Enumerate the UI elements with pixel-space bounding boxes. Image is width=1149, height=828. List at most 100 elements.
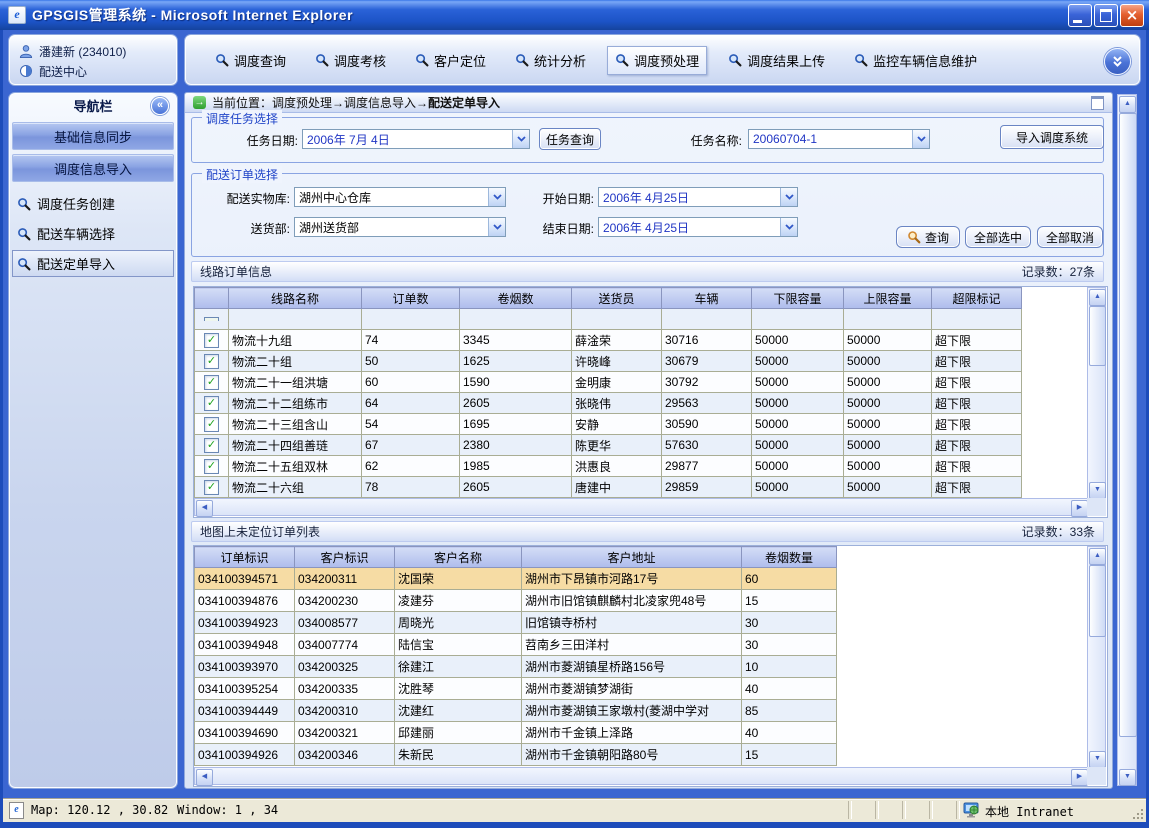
- table-cell: 湖州市菱湖镇王家墩村(菱湖中学对: [522, 700, 742, 722]
- scroll-up-icon[interactable]: ▲: [1119, 96, 1136, 113]
- table-row[interactable]: 034100395254034200335沈胜琴湖州市菱湖镇梦湖街40: [195, 678, 837, 700]
- table-row[interactable]: 034100394926034200346朱新民湖州市千金镇朝阳路80号15: [195, 744, 837, 766]
- table-row[interactable]: 034100394923034008577周晓光旧馆镇寺桥村30: [195, 612, 837, 634]
- sidebar-item[interactable]: 配送车辆选择: [12, 220, 174, 247]
- panel-collapse-icon[interactable]: [1091, 96, 1104, 110]
- table-row[interactable]: ✓物流二十三组含山541695安静305905000050000超下限: [195, 414, 1022, 435]
- table-cell: 洪惠良: [572, 456, 662, 477]
- table-row[interactable]: ✓物流二十一组洪塘601590金明康307925000050000超下限: [195, 372, 1022, 393]
- resize-grip[interactable]: [1132, 808, 1145, 821]
- minimize-button[interactable]: [1068, 4, 1092, 27]
- scroll-up-icon[interactable]: ▲: [1089, 289, 1106, 306]
- scrollbar-thumb[interactable]: [1089, 306, 1106, 366]
- row-checkbox[interactable]: ✓: [204, 333, 219, 348]
- sidebar-item[interactable]: 调度任务创建: [12, 190, 174, 217]
- order-table-vscrollbar[interactable]: ▲ ▼: [1087, 546, 1106, 768]
- scroll-left-icon[interactable]: ◀: [196, 500, 213, 517]
- table-cell: 超下限: [932, 477, 1022, 498]
- title-bar[interactable]: e GPSGIS管理系统 - Microsoft Internet Explor…: [0, 0, 1149, 30]
- table-row[interactable]: ✓物流二十二组练市642605张晓伟295635000050000超下限: [195, 393, 1022, 414]
- table-cell: 陆信宝: [395, 634, 522, 656]
- task-query-button[interactable]: 任务查询: [539, 128, 601, 150]
- order-record-count: 记录数：33条: [1022, 523, 1095, 540]
- toolbar-item[interactable]: 客户定位: [407, 46, 494, 75]
- dropdown-arrow-icon[interactable]: [780, 218, 797, 236]
- table-cell: 唐建中: [572, 477, 662, 498]
- row-checkbox[interactable]: ✓: [204, 480, 219, 495]
- sidebar-group-button[interactable]: 调度信息导入: [12, 154, 174, 182]
- task-date-select[interactable]: 2006年 7月 4日: [302, 129, 530, 149]
- scroll-left-icon[interactable]: ◀: [196, 769, 213, 786]
- search-icon: [415, 53, 429, 67]
- table-row[interactable]: ✓物流二十四组善琏672380陈更华576305000050000超下限: [195, 435, 1022, 456]
- route-table-vscrollbar[interactable]: ▲ ▼: [1087, 287, 1106, 499]
- row-checkbox[interactable]: ✓: [204, 354, 219, 369]
- row-checkbox[interactable]: ✓: [204, 438, 219, 453]
- delivery-dept-select[interactable]: 湖州送货部: [294, 217, 506, 237]
- dropdown-arrow-icon[interactable]: [488, 188, 505, 206]
- table-cell: 50000: [752, 456, 844, 477]
- start-date-select[interactable]: 2006年 4月25日: [598, 187, 798, 207]
- toolbar-item[interactable]: 调度结果上传: [720, 46, 833, 75]
- sidebar-item-label: 配送定单导入: [37, 254, 115, 273]
- scroll-down-icon[interactable]: ▼: [1089, 751, 1106, 768]
- toolbar-item[interactable]: 监控车辆信息维护: [846, 46, 985, 75]
- warehouse-select[interactable]: 湖州中心仓库: [294, 187, 506, 207]
- scrollbar-thumb[interactable]: [1089, 565, 1106, 637]
- maximize-button[interactable]: [1094, 4, 1118, 27]
- row-checkbox[interactable]: ✓: [204, 375, 219, 390]
- scrollbar-thumb[interactable]: [1119, 113, 1137, 737]
- table-cell: 034100394690: [195, 722, 295, 744]
- status-bar: e Map: 120.12 , 30.82 Window: 1 , 34 本地 …: [3, 798, 1146, 822]
- table-row[interactable]: 034100394449034200310沈建红湖州市菱湖镇王家墩村(菱湖中学对…: [195, 700, 837, 722]
- row-checkbox[interactable]: ✓: [204, 417, 219, 432]
- checkbox-clipped-icon: [204, 317, 219, 321]
- toolbar-item[interactable]: 调度查询: [207, 46, 294, 75]
- table-row[interactable]: 034100394876034200230凌建芬湖州市旧馆镇麒麟村北凌家兜48号…: [195, 590, 837, 612]
- search-icon: [854, 53, 868, 67]
- column-header: 订单数: [362, 288, 460, 309]
- scroll-right-icon[interactable]: ▶: [1071, 500, 1088, 517]
- dropdown-arrow-icon[interactable]: [780, 188, 797, 206]
- route-table-hscrollbar[interactable]: ◀ ▶: [194, 498, 1088, 516]
- row-checkbox[interactable]: ✓: [204, 396, 219, 411]
- table-row[interactable]: 034100394690034200321邱建丽湖州市千金镇上泽路40: [195, 722, 837, 744]
- scroll-up-icon[interactable]: ▲: [1089, 548, 1106, 565]
- toolbar-item[interactable]: 调度预处理: [607, 46, 707, 75]
- import-dispatch-button[interactable]: 导入调度系统: [1000, 125, 1104, 149]
- dropdown-arrow-icon[interactable]: [512, 130, 529, 148]
- task-name-select[interactable]: 20060704-1: [748, 129, 930, 149]
- end-date-select[interactable]: 2006年 4月25日: [598, 217, 798, 237]
- table-cell: 60: [742, 568, 837, 590]
- query-button[interactable]: 查询: [896, 226, 960, 248]
- table-row[interactable]: 034100393970034200325徐建江湖州市菱湖镇星桥路156号10: [195, 656, 837, 678]
- table-cell: 30: [742, 612, 837, 634]
- table-row[interactable]: ✓物流二十六组782605唐建中298595000050000超下限: [195, 477, 1022, 498]
- table-cell: 034200325: [295, 656, 395, 678]
- deselect-all-button[interactable]: 全部取消: [1037, 226, 1103, 248]
- toolbar-collapse-button[interactable]: [1104, 48, 1131, 75]
- table-cell: 15: [742, 744, 837, 766]
- select-all-button[interactable]: 全部选中: [965, 226, 1031, 248]
- dropdown-arrow-icon[interactable]: [488, 218, 505, 236]
- table-row[interactable]: ✓物流十九组743345薛淦荣307165000050000超下限: [195, 330, 1022, 351]
- table-row[interactable]: ✓物流二十五组双林621985洪惠良298775000050000超下限: [195, 456, 1022, 477]
- close-button[interactable]: ×: [1120, 4, 1144, 27]
- sidebar-collapse-button[interactable]: «: [151, 97, 169, 115]
- table-row[interactable]: 034100394948034007774陆信宝苕南乡三田洋村30: [195, 634, 837, 656]
- table-row[interactable]: ✓物流二十组501625许晓峰306795000050000超下限: [195, 351, 1022, 372]
- page-vscrollbar[interactable]: ▲ ▼: [1117, 94, 1137, 786]
- dropdown-arrow-icon[interactable]: [912, 130, 929, 148]
- toolbar-item[interactable]: 调度考核: [307, 46, 394, 75]
- scroll-right-icon[interactable]: ▶: [1071, 769, 1088, 786]
- order-table-hscrollbar[interactable]: ◀ ▶: [194, 767, 1088, 785]
- table-cell: 034100394571: [195, 568, 295, 590]
- row-checkbox[interactable]: ✓: [204, 459, 219, 474]
- table-row[interactable]: 034100394571034200311沈国荣湖州市下昂镇市河路17号60: [195, 568, 837, 590]
- sidebar-group-button[interactable]: 基础信息同步: [12, 122, 174, 150]
- scroll-down-icon[interactable]: ▼: [1089, 482, 1106, 499]
- toolbar-item[interactable]: 统计分析: [507, 46, 594, 75]
- column-header: 下限容量: [752, 288, 844, 309]
- scroll-down-icon[interactable]: ▼: [1119, 769, 1136, 786]
- sidebar-item[interactable]: 配送定单导入: [12, 250, 174, 277]
